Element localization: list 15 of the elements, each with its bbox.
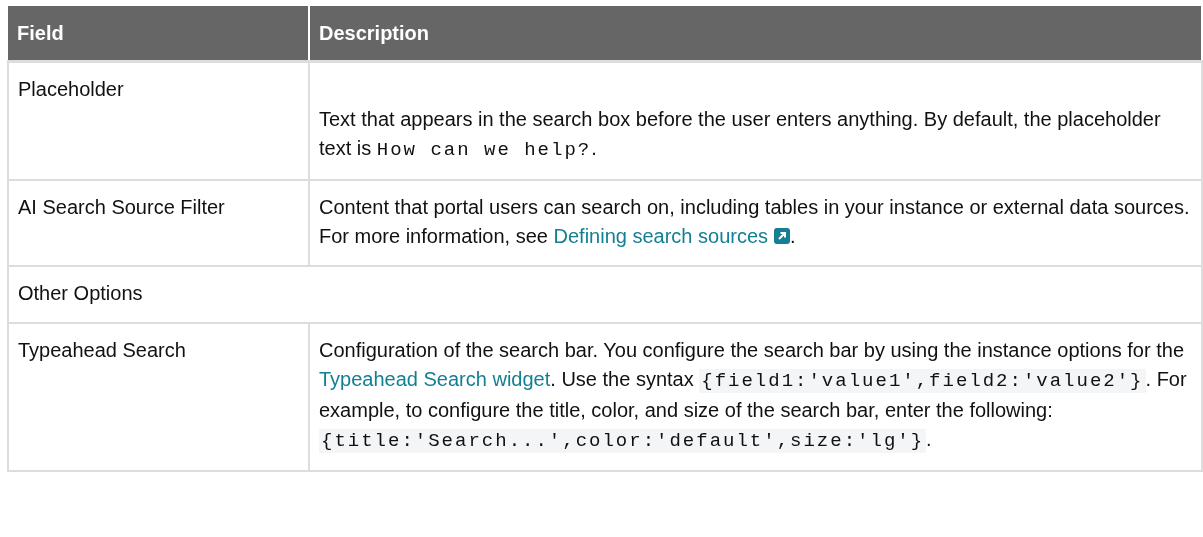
column-header: Field bbox=[8, 6, 309, 62]
column-header: Description bbox=[309, 6, 1202, 62]
description-text: Content that portal users can search on, including tables in your instance or external data sources. For more information, see Defining search sources . bbox=[319, 195, 1191, 249]
description-text: Text that appears in the search box before the user enters anything. By default, the placeholder text is How can we help?. bbox=[319, 107, 1162, 163]
code-snippet: {title:'Search...',color:'default',size:'lg'} bbox=[319, 429, 927, 453]
field-cell: Typeahead Search bbox=[8, 323, 309, 471]
field-cell: AI Search Source Filter bbox=[8, 180, 309, 266]
code-snippet: {field1:'value1',field2:'value2'} bbox=[699, 369, 1146, 393]
link[interactable]: Typeahead Search widget bbox=[319, 368, 551, 390]
description-text: Configuration of the search bar. You configure the search bar by using the instance options for the Typeahead Search widget. Use the syntax {field1:'value1',field2:'value2'}. For example, to configure the title, color, and size of the search bar, enter the following: {title:'Search...',color:'default',size:'lg'}. bbox=[319, 338, 1188, 455]
section-cell: Other Options bbox=[8, 266, 1202, 323]
external-link-icon bbox=[774, 228, 791, 244]
link[interactable]: Defining search sources bbox=[553, 225, 791, 247]
field-cell: Placeholder bbox=[8, 61, 309, 180]
code-snippet: How can we help? bbox=[376, 139, 592, 161]
